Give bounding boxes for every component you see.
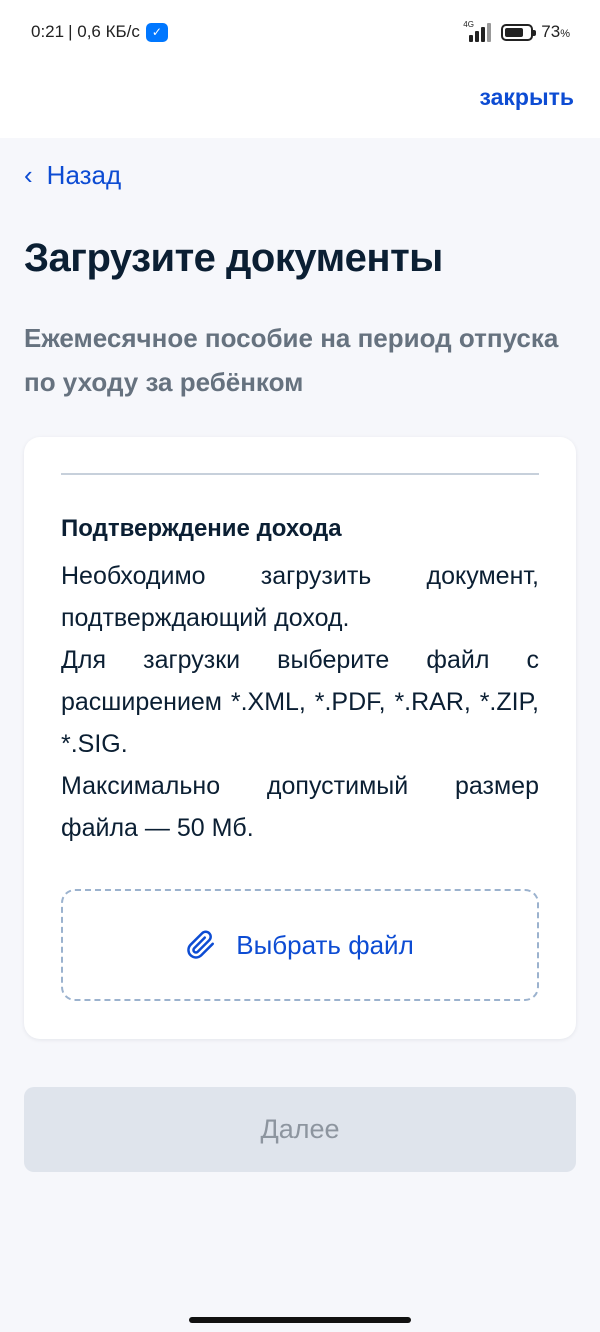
card-description: Необходимо загрузить документ, подтвержд… bbox=[61, 555, 539, 849]
status-bar: 0:21 | 0,6 КБ/с ✓ 4G 73% bbox=[0, 0, 600, 68]
card-divider bbox=[61, 473, 539, 475]
page-title: Загрузите документы bbox=[24, 236, 443, 280]
app-header: закрыть bbox=[0, 68, 600, 138]
status-time: 0:21 bbox=[31, 22, 65, 41]
back-link[interactable]: ‹ Назад bbox=[24, 160, 121, 191]
vk-icon: ✓ bbox=[145, 22, 168, 42]
document-card: Подтверждение дохода Необходимо загрузит… bbox=[24, 437, 576, 1039]
home-indicator[interactable] bbox=[189, 1317, 411, 1323]
chevron-left-icon: ‹ bbox=[24, 160, 33, 190]
choose-file-button[interactable]: Выбрать файл bbox=[61, 889, 539, 1001]
network-type: 4G bbox=[463, 20, 474, 29]
status-network-speed: | 0,6 КБ/с bbox=[68, 22, 140, 41]
next-button[interactable]: Далее bbox=[24, 1087, 576, 1172]
card-heading: Подтверждение дохода bbox=[61, 515, 342, 542]
card-paragraph: Максимально допустимый размер файла — 50… bbox=[61, 772, 539, 842]
battery-icon bbox=[501, 23, 537, 41]
status-right: 4G 73% bbox=[463, 20, 570, 42]
battery-percent: 73% bbox=[541, 22, 570, 41]
card-paragraph: Для загрузки выберите файл с расширением… bbox=[61, 646, 539, 758]
paperclip-icon bbox=[187, 930, 215, 959]
signal-icon: 4G bbox=[463, 20, 493, 42]
card-paragraph: Необходимо загрузить документ, подтвержд… bbox=[61, 562, 539, 632]
page-subtitle: Ежемесячное пособие на период отпуска по… bbox=[24, 323, 559, 397]
status-left: 0:21 | 0,6 КБ/с ✓ bbox=[31, 22, 168, 42]
close-link[interactable]: закрыть bbox=[479, 84, 574, 111]
choose-file-label: Выбрать файл bbox=[236, 929, 414, 960]
back-label: Назад bbox=[46, 160, 122, 190]
